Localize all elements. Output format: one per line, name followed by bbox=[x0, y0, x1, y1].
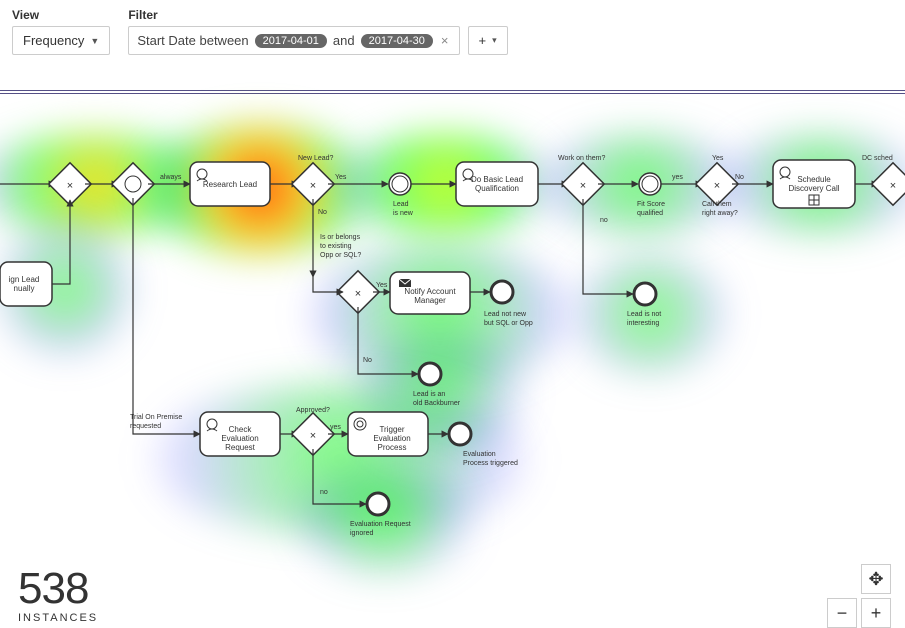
svg-text:Trial On Premiserequested: Trial On Premiserequested bbox=[130, 414, 182, 430]
svg-text:×: × bbox=[580, 180, 586, 192]
svg-text:DC sched: DC sched bbox=[862, 155, 893, 162]
chevron-down-icon: ▼ bbox=[90, 36, 99, 46]
svg-text:Yes: Yes bbox=[376, 282, 388, 289]
end-eval-triggered bbox=[449, 423, 471, 445]
svg-text:Call themright away?: Call themright away? bbox=[702, 201, 738, 217]
view-dropdown[interactable]: Frequency ▼ bbox=[12, 26, 110, 55]
svg-text:no: no bbox=[320, 489, 328, 496]
svg-text:always: always bbox=[160, 174, 182, 181]
filter-chip-date[interactable]: Start Date between 2017-04-01 and 2017-0… bbox=[128, 26, 459, 55]
svg-text:Do Basic LeadQualification: Do Basic LeadQualification bbox=[471, 175, 523, 193]
end-backburner bbox=[419, 363, 441, 385]
svg-text:yes: yes bbox=[330, 424, 341, 431]
svg-text:Research Lead: Research Lead bbox=[203, 180, 257, 189]
svg-text:Lead is notinteresting: Lead is notinteresting bbox=[627, 311, 661, 327]
diagram-canvas[interactable]: × always Research Lead × New Lead? Yes L… bbox=[0, 90, 905, 555]
svg-text:Leadis new: Leadis new bbox=[393, 201, 414, 217]
svg-text:×: × bbox=[310, 430, 316, 442]
view-label: View bbox=[12, 8, 110, 22]
svg-text:Fit Scorequalified: Fit Scorequalified bbox=[637, 201, 665, 217]
svg-text:×: × bbox=[310, 180, 316, 192]
svg-text:no: no bbox=[600, 217, 608, 224]
svg-text:yes: yes bbox=[672, 174, 683, 181]
svg-text:Yes: Yes bbox=[335, 174, 347, 181]
svg-text:No: No bbox=[735, 174, 744, 181]
svg-text:×: × bbox=[355, 288, 361, 300]
svg-text:Lead not newbut SQL or Opp: Lead not newbut SQL or Opp bbox=[484, 311, 533, 327]
svg-text:Lead is anold Backburner: Lead is anold Backburner bbox=[413, 391, 461, 407]
svg-text:Work on them?: Work on them? bbox=[558, 155, 605, 162]
end-not-interesting bbox=[634, 283, 656, 305]
svg-text:Approved?: Approved? bbox=[296, 407, 330, 414]
svg-text:×: × bbox=[714, 180, 720, 192]
zoom-out-button[interactable]: − bbox=[827, 598, 857, 628]
filter-label: Filter bbox=[128, 8, 507, 22]
filter-date-to: 2017-04-30 bbox=[361, 34, 433, 48]
end-eval-ignored bbox=[367, 493, 389, 515]
svg-text:No: No bbox=[363, 357, 372, 364]
svg-text:New Lead?: New Lead? bbox=[298, 155, 334, 162]
svg-text:Evaluation Requestignored: Evaluation Requestignored bbox=[350, 521, 411, 537]
svg-text:EvaluationProcess triggered: EvaluationProcess triggered bbox=[463, 451, 518, 467]
instance-count: 538 INSTANCES bbox=[18, 564, 98, 624]
zoom-in-button[interactable]: + bbox=[861, 598, 891, 628]
add-filter-button[interactable]: + ▾ bbox=[468, 26, 508, 55]
bpmn-diagram: × always Research Lead × New Lead? Yes L… bbox=[0, 94, 905, 559]
svg-text:×: × bbox=[890, 180, 896, 192]
svg-text:No: No bbox=[318, 209, 327, 216]
end-lead-not-new bbox=[491, 281, 513, 303]
chevron-down-icon: ▾ bbox=[492, 35, 497, 46]
svg-text:Yes: Yes bbox=[712, 155, 724, 162]
zoom-fit-button[interactable]: ✥ bbox=[861, 564, 891, 594]
filter-date-from: 2017-04-01 bbox=[255, 34, 327, 48]
svg-text:Is or belongsto existingOpp or: Is or belongsto existingOpp or SQL? bbox=[320, 234, 361, 259]
zoom-controls: ✥ − + bbox=[827, 564, 891, 628]
toolbar: View Frequency ▼ Filter Start Date betwe… bbox=[0, 0, 905, 65]
remove-filter-icon[interactable]: × bbox=[439, 33, 451, 48]
svg-text:×: × bbox=[67, 180, 73, 192]
